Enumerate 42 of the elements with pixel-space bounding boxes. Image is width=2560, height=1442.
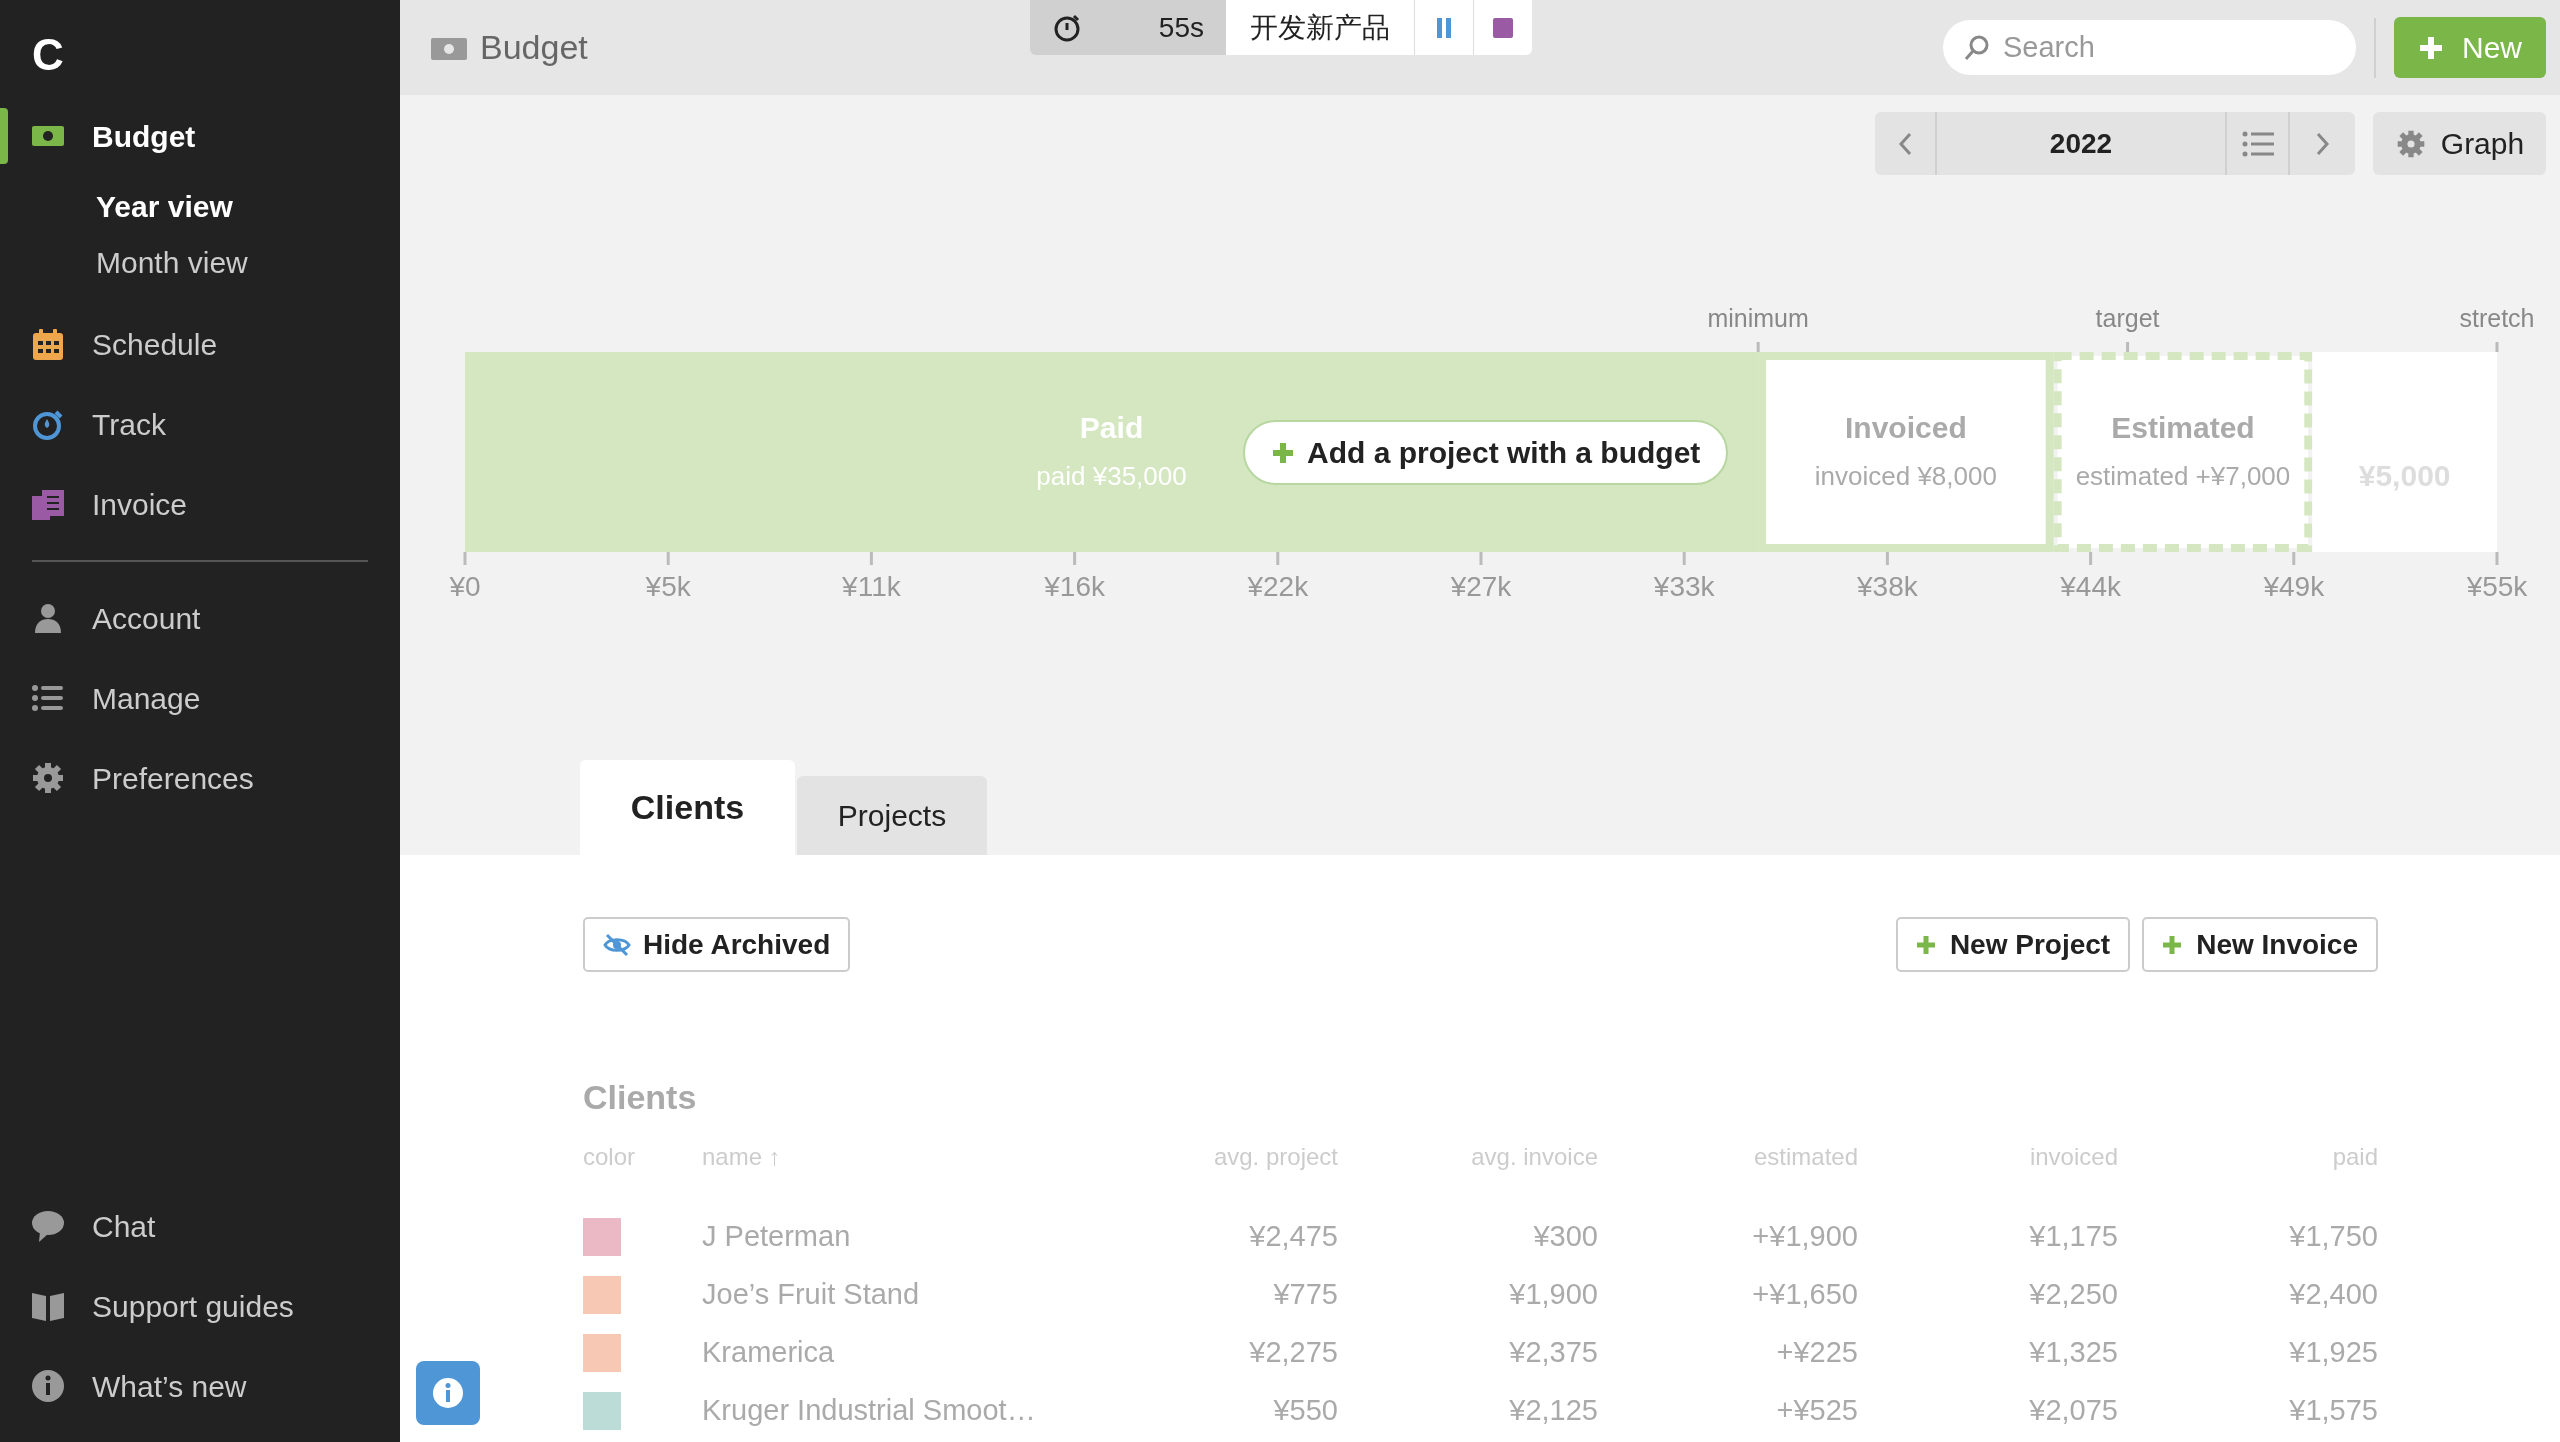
table-cell-text: ¥2,475 [1248,1219,1338,1255]
axis-tick-label: ¥33k [1653,571,1715,602]
table-cell-text: +¥1,650 [1751,1277,1858,1313]
segment-value: estimated +¥7,000 [2075,461,2291,491]
axis-tick-label: ¥49k [2263,571,2325,602]
marker-label: minimum [1707,304,1809,332]
axis-tick-label: ¥5k [645,571,691,602]
table-cell-text: ¥300 [1532,1219,1598,1255]
table-cell-text: +¥1,900 [1751,1219,1858,1255]
segment-value: invoiced ¥8,000 [1814,461,1997,491]
table-cell-text: +¥225 [1775,1335,1858,1371]
marker-label: target [2095,304,2160,332]
axis-tick-label: ¥38k [1857,571,1918,602]
axis-tick-label: ¥0 [449,571,481,602]
table-cell-text: ¥2,250 [2028,1277,2118,1313]
table-cell-text: ¥1,325 [2028,1335,2118,1371]
table-cell-text: ¥2,075 [2028,1393,2118,1429]
axis-tick-label: ¥11k [842,571,901,602]
axis-tick-label: ¥27k [1450,571,1512,602]
segment-title: Paid [1079,411,1144,444]
segment-value: paid ¥35,000 [1036,461,1187,491]
segment-title: Invoiced [1845,411,1967,444]
table-cell-text: ¥2,125 [1508,1393,1598,1429]
table-cell-text: ¥2,275 [1248,1335,1338,1371]
page-title: Budget [480,27,588,68]
table-cell-text: ¥550 [1272,1393,1338,1429]
table-cell-text: ¥2,375 [1508,1335,1598,1371]
table-cell-text: ¥1,900 [1508,1277,1598,1313]
marker-label: stretch [2459,304,2535,332]
table-cell-text: ¥1,175 [2028,1219,2118,1255]
section-title: Clients [583,1077,698,1117]
table-cell-text: ¥775 [1272,1277,1338,1313]
axis-tick-label: ¥22k [1247,571,1309,602]
table-cell-text: +¥525 [1775,1393,1858,1429]
axis-tick-label: ¥55k [2466,571,2528,602]
table-cell-text: ¥1,750 [2288,1219,2378,1255]
table-cell-text: ¥1,925 [2288,1335,2378,1371]
table-cell-text: ¥2,400 [2288,1277,2378,1313]
segment-title: Estimated [2111,411,2255,444]
table-cell-text: ¥1,575 [2288,1393,2378,1429]
axis-tick-label: ¥16k [1044,571,1105,602]
axis-tick-label: ¥44k [2060,571,2121,602]
